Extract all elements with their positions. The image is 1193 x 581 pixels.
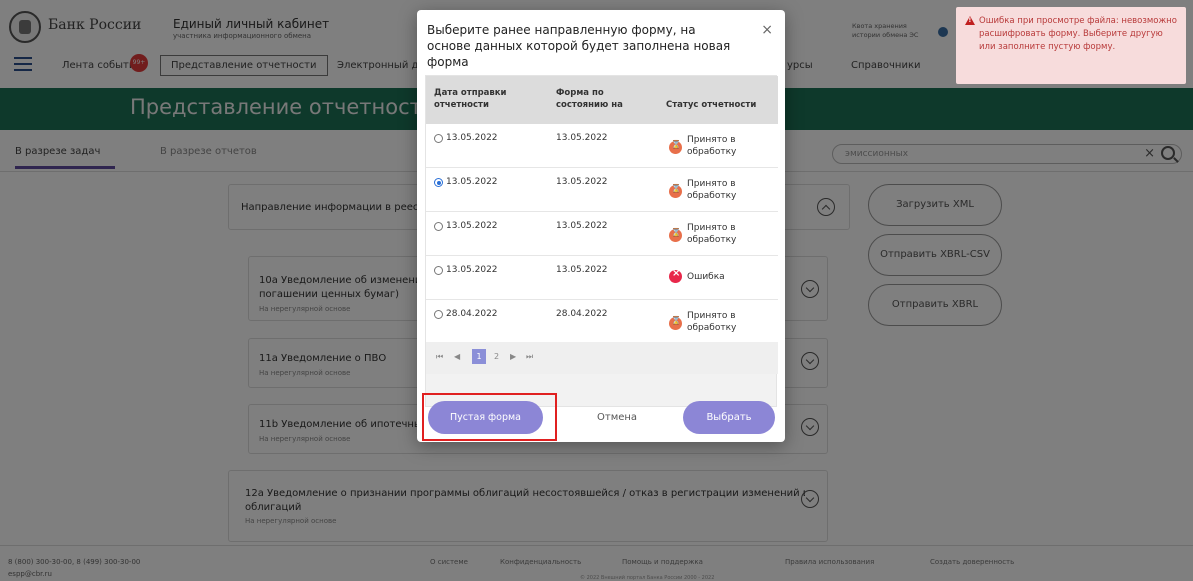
row-radio[interactable] [434,178,443,187]
select-button[interactable]: Выбрать [683,401,775,434]
forms-table: Дата отправки отчетности Форма по состоя… [425,75,778,407]
cell-form-date: 13.05.2022 [556,177,608,187]
row-radio[interactable] [434,310,443,319]
cancel-button[interactable]: Отмена [597,412,637,423]
table-row[interactable]: 13.05.2022 13.05.2022 Принято в обработк… [426,124,778,168]
last-page-icon[interactable]: ⏭ [526,352,533,362]
cell-form-date: 13.05.2022 [556,221,608,231]
warning-icon [965,16,975,25]
first-page-icon[interactable]: ⏮ [436,352,443,362]
hourglass-icon [669,140,682,154]
column-send-date: Дата отправки отчетности [434,88,507,110]
cell-form-date: 13.05.2022 [556,133,608,143]
cell-send-date: 13.05.2022 [446,177,498,187]
column-status: Статус отчетности [666,100,757,110]
row-radio[interactable] [434,134,443,143]
highlight-frame [422,393,557,441]
toast-message: Ошибка при просмотре файла: невозможно р… [979,16,1177,52]
next-page-icon[interactable]: ▶ [510,352,516,361]
error-icon [669,268,682,283]
page-2-button[interactable]: 2 [494,352,499,361]
close-icon[interactable]: × [761,22,773,38]
error-toast: Ошибка при просмотре файла: невозможно р… [956,7,1186,84]
select-form-dialog: Выберите ранее направленную форму, на ос… [417,10,785,442]
cell-form-date: 13.05.2022 [556,265,608,275]
row-radio[interactable] [434,266,443,275]
table-pager: ⏮ ◀ 1 2 ▶ ⏭ [426,342,778,374]
page-1-button[interactable]: 1 [472,349,486,364]
table-row[interactable]: 13.05.2022 13.05.2022 Принято в обработк… [426,212,778,256]
hourglass-icon [669,184,682,198]
column-form-date: Форма по состоянию на [556,88,623,110]
cell-form-date: 28.04.2022 [556,309,608,319]
cell-send-date: 28.04.2022 [446,309,498,319]
cell-status: Принято в обработку [687,135,737,157]
cell-send-date: 13.05.2022 [446,133,498,143]
table-row[interactable]: 28.04.2022 28.04.2022 Принято в обработк… [426,300,778,344]
cell-status: Ошибка [687,272,725,282]
row-radio[interactable] [434,222,443,231]
prev-page-icon[interactable]: ◀ [454,352,460,361]
table-row[interactable]: 13.05.2022 13.05.2022 Принято в обработк… [426,168,778,212]
dialog-title: Выберите ранее направленную форму, на ос… [427,23,731,69]
cell-send-date: 13.05.2022 [446,221,498,231]
cell-status: Принято в обработку [687,311,737,333]
table-header: Дата отправки отчетности Форма по состоя… [426,76,778,124]
table-row[interactable]: 13.05.2022 13.05.2022 Ошибка [426,256,778,300]
cell-status: Принято в обработку [687,223,737,245]
hourglass-icon [669,228,682,242]
cell-send-date: 13.05.2022 [446,265,498,275]
cell-status: Принято в обработку [687,179,737,201]
hourglass-icon [669,316,682,330]
